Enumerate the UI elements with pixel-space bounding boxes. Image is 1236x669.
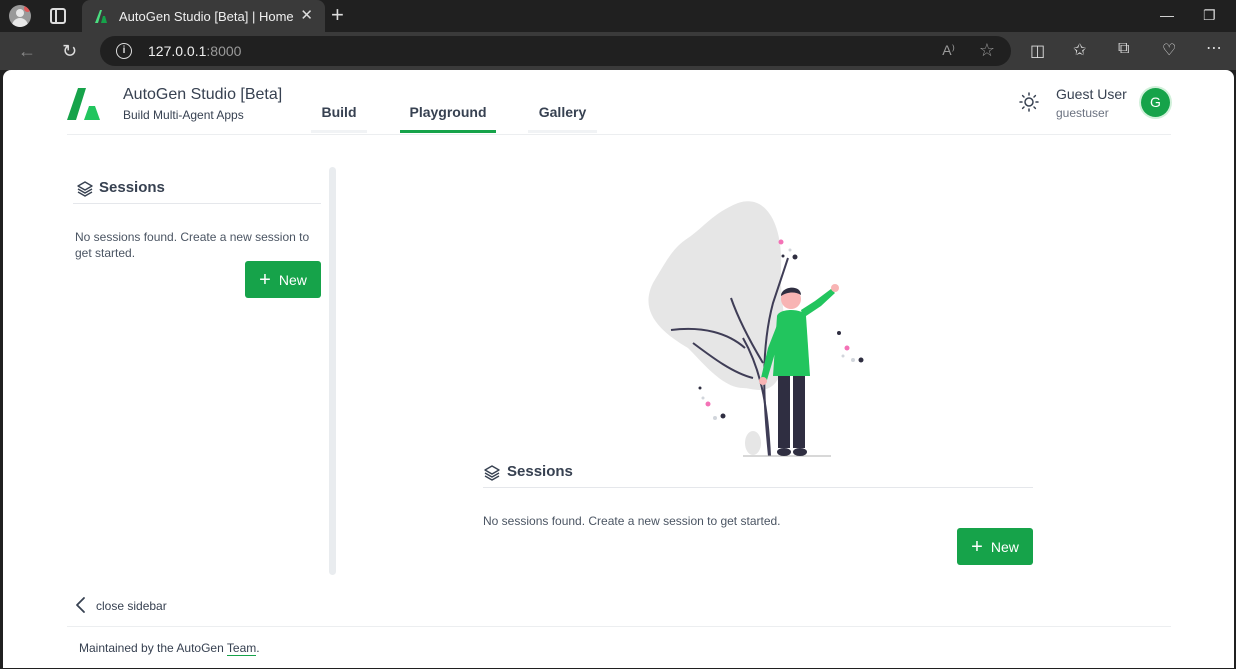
autogen-logo-icon[interactable]: [67, 84, 101, 120]
sidebar-scrollbar[interactable]: [329, 167, 336, 575]
sessions-sidebar: Sessions No sessions found. Create a new…: [73, 167, 336, 577]
browser-essentials-icon[interactable]: ♡: [1162, 40, 1176, 60]
browser-tab-title: AutoGen Studio [Beta] | Home: [119, 9, 294, 24]
main-new-label: New: [990, 538, 1019, 555]
favorites-icon[interactable]: ✩: [1073, 40, 1086, 60]
layers-icon: [77, 181, 93, 197]
reload-icon[interactable]: ↻: [62, 41, 77, 61]
restore-icon[interactable]: ❐: [1203, 7, 1216, 24]
sidebar-new-label: New: [278, 271, 307, 288]
tab-gallery[interactable]: Gallery: [528, 104, 597, 133]
page-footer: Maintained by the AutoGen Team.: [67, 626, 1171, 668]
sidebar-new-session-button[interactable]: + New: [245, 261, 321, 298]
team-link[interactable]: Team: [226, 641, 257, 656]
user-name: Guest User: [1056, 86, 1127, 102]
back-icon[interactable]: ←: [18, 41, 36, 61]
theme-toggle-sun-icon[interactable]: [1019, 92, 1039, 112]
plus-icon: +: [259, 268, 271, 291]
address-bar-row: ← ↻ i 127.0.0.1:8000 A⁾ ☆: [0, 32, 1236, 70]
main-empty-message: No sessions found. Create a new session …: [483, 514, 781, 528]
main-new-session-button[interactable]: + New: [957, 528, 1033, 565]
tab-playground[interactable]: Playground: [400, 104, 496, 133]
user-id: guestuser: [1056, 106, 1109, 120]
favorite-star-icon[interactable]: ☆: [979, 40, 995, 61]
main-sessions-header: Sessions: [483, 462, 1033, 488]
tab-actions-icon[interactable]: [50, 8, 66, 24]
app-header: AutoGen Studio [Beta] Build Multi-Agent …: [67, 70, 1171, 135]
url-field[interactable]: i 127.0.0.1:8000 A⁾ ☆: [100, 36, 1011, 66]
profile-avatar-icon[interactable]: [9, 5, 31, 27]
footer-text: Maintained by the AutoGen Team.: [79, 641, 260, 656]
tab-build[interactable]: Build: [311, 104, 367, 133]
main-sessions-title: Sessions: [507, 463, 573, 480]
url-text: 127.0.0.1:8000: [148, 43, 242, 59]
site-info-icon[interactable]: i: [116, 43, 132, 59]
avatar[interactable]: G: [1141, 88, 1170, 117]
close-tab-icon[interactable]: ✕: [300, 8, 313, 24]
chevron-left-icon: [76, 597, 85, 613]
layers-icon: [484, 465, 500, 481]
read-aloud-icon[interactable]: A⁾: [942, 42, 955, 59]
plus-icon: +: [971, 535, 983, 558]
minimize-icon[interactable]: —: [1160, 7, 1174, 23]
collections-icon[interactable]: ⧉: [1118, 40, 1129, 58]
autogen-favicon-icon: [95, 10, 107, 23]
sidebar-empty-message: No sessions found. Create a new session …: [75, 230, 310, 260]
more-options-icon[interactable]: ⋯: [1206, 38, 1222, 58]
browser-tab[interactable]: AutoGen Studio [Beta] | Home ✕: [82, 0, 325, 32]
app-title: AutoGen Studio [Beta]: [123, 86, 283, 103]
close-sidebar-label: close sidebar: [96, 599, 167, 613]
empty-state-illustration: [648, 201, 864, 457]
browser-tab-strip: AutoGen Studio [Beta] | Home ✕ + — ❐: [0, 0, 1236, 32]
app-subtitle: Build Multi-Agent Apps: [123, 108, 244, 122]
split-screen-icon[interactable]: ◫: [1030, 41, 1045, 61]
new-tab-icon[interactable]: +: [331, 4, 344, 26]
sidebar-sessions-title: Sessions: [99, 179, 165, 196]
sidebar-sessions-header: Sessions: [73, 177, 321, 204]
page-viewport: AutoGen Studio [Beta] Build Multi-Agent …: [3, 70, 1234, 668]
